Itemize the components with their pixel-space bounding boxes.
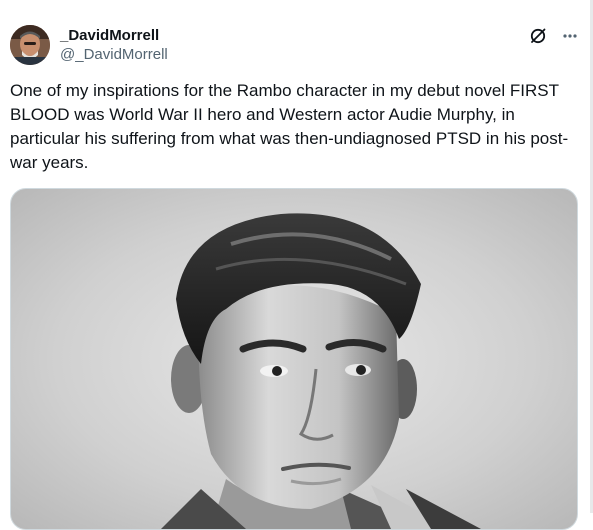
author-display-name[interactable]: _DavidMorrell [60,27,168,45]
tweet-actions [528,26,580,46]
tweet-media-photo[interactable] [10,188,578,530]
tweet[interactable]: _DavidMorrell @_DavidMorrell One of my i… [0,0,590,530]
more-icon[interactable] [560,26,580,46]
grok-icon[interactable] [528,26,548,46]
author-handle[interactable]: @_DavidMorrell [60,45,168,65]
avatar[interactable] [10,25,50,65]
tweet-text: One of my inspirations for the Rambo cha… [10,81,569,172]
author-info: _DavidMorrell @_DavidMorrell [60,27,168,65]
